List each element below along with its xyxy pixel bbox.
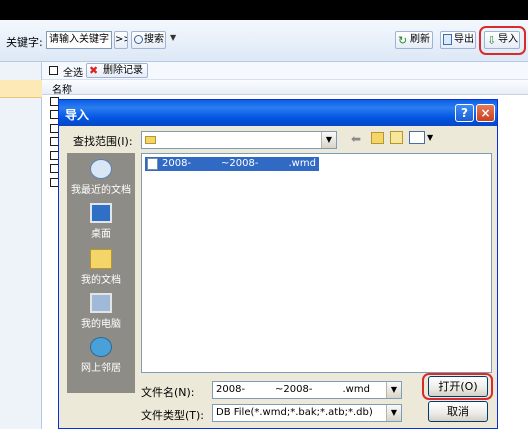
export-label: 导出: [454, 34, 474, 45]
filename-value: 2008- ~2008- .wmd: [216, 384, 370, 395]
delete-icon: ✖: [89, 64, 99, 77]
refresh-icon: ↻: [398, 34, 408, 47]
import-icon: ⇩: [487, 34, 497, 47]
look-in-combo[interactable]: ▼: [141, 131, 337, 149]
chevron-down-icon[interactable]: ▼: [386, 405, 401, 421]
sidebar-selected-item[interactable]: [0, 80, 42, 98]
new-folder-icon[interactable]: [390, 131, 403, 144]
top-bar: [0, 0, 528, 20]
refresh-button[interactable]: ↻ 刷新: [395, 31, 433, 49]
file-list[interactable]: 2008- ~2008- .wmd: [141, 153, 492, 373]
refresh-label: 刷新: [410, 34, 430, 45]
file-item[interactable]: 2008- ~2008- .wmd: [145, 157, 319, 171]
places-bar: 我最近的文档 桌面 我的文档 我的电脑 网上邻居: [67, 153, 135, 393]
place-recent[interactable]: 我最近的文档: [67, 159, 135, 199]
dialog-title: 导入: [65, 108, 90, 122]
cancel-button[interactable]: 取消: [428, 401, 488, 422]
import-dialog: 导入 ? × 查找范围(I): ▼ ⬅ ▼ 我最近的文档 桌面 我的文档 我的电…: [58, 99, 498, 429]
keyword-input[interactable]: 请输入关键字: [46, 31, 112, 49]
view-dropdown-icon[interactable]: ▼: [427, 133, 433, 142]
select-all-checkbox[interactable]: [49, 66, 58, 75]
up-folder-icon[interactable]: [371, 132, 384, 144]
search-icon: [134, 35, 143, 44]
filetype-value: DB File(*.wmd;*.bak;*.atb;*.db): [216, 407, 373, 418]
desktop-icon: [90, 203, 112, 223]
place-my-documents[interactable]: 我的文档: [67, 249, 135, 289]
column-name-header: 名称: [52, 85, 72, 96]
back-icon[interactable]: ⬅: [351, 132, 361, 146]
place-network[interactable]: 网上邻居: [67, 337, 135, 377]
folder-icon: [145, 136, 156, 144]
more-button[interactable]: >>: [114, 31, 128, 49]
import-button[interactable]: ⇩ 导入: [484, 31, 520, 49]
search-label: 搜索: [144, 34, 164, 45]
import-label: 导入: [498, 34, 518, 45]
search-dropdown-icon[interactable]: ▼: [170, 33, 176, 42]
delete-records-button[interactable]: ✖ 删除记录: [86, 63, 148, 78]
look-in-label: 查找范围(I):: [73, 135, 133, 148]
chevron-down-icon[interactable]: ▼: [386, 382, 401, 398]
open-button[interactable]: 打开(O): [428, 376, 488, 397]
select-all-label: 全选: [63, 68, 83, 79]
filename-combo[interactable]: 2008- ~2008- .wmd ▼: [212, 381, 402, 399]
delete-label: 删除记录: [103, 65, 143, 76]
network-places-icon: [90, 337, 112, 357]
place-desktop[interactable]: 桌面: [67, 203, 135, 243]
list-header: [42, 80, 528, 95]
export-button[interactable]: 导出: [440, 31, 476, 49]
filetype-combo[interactable]: DB File(*.wmd;*.bak;*.atb;*.db) ▼: [212, 404, 402, 422]
my-computer-icon: [90, 293, 112, 313]
filename-label: 文件名(N):: [141, 386, 195, 399]
chevron-down-icon[interactable]: ▼: [321, 132, 336, 148]
filetype-label: 文件类型(T):: [141, 409, 205, 422]
recent-documents-icon: [90, 159, 112, 179]
file-icon: [147, 158, 158, 170]
export-icon: [443, 34, 452, 45]
dialog-title-bar[interactable]: 导入 ? ×: [59, 100, 497, 126]
view-menu-icon[interactable]: [409, 131, 425, 144]
help-button[interactable]: ?: [455, 104, 474, 122]
sidebar: [0, 62, 42, 429]
my-documents-icon: [90, 249, 112, 269]
search-button[interactable]: 搜索: [131, 31, 166, 49]
close-button[interactable]: ×: [476, 104, 495, 122]
keyword-label: 关键字:: [6, 36, 43, 49]
place-my-computer[interactable]: 我的电脑: [67, 293, 135, 333]
